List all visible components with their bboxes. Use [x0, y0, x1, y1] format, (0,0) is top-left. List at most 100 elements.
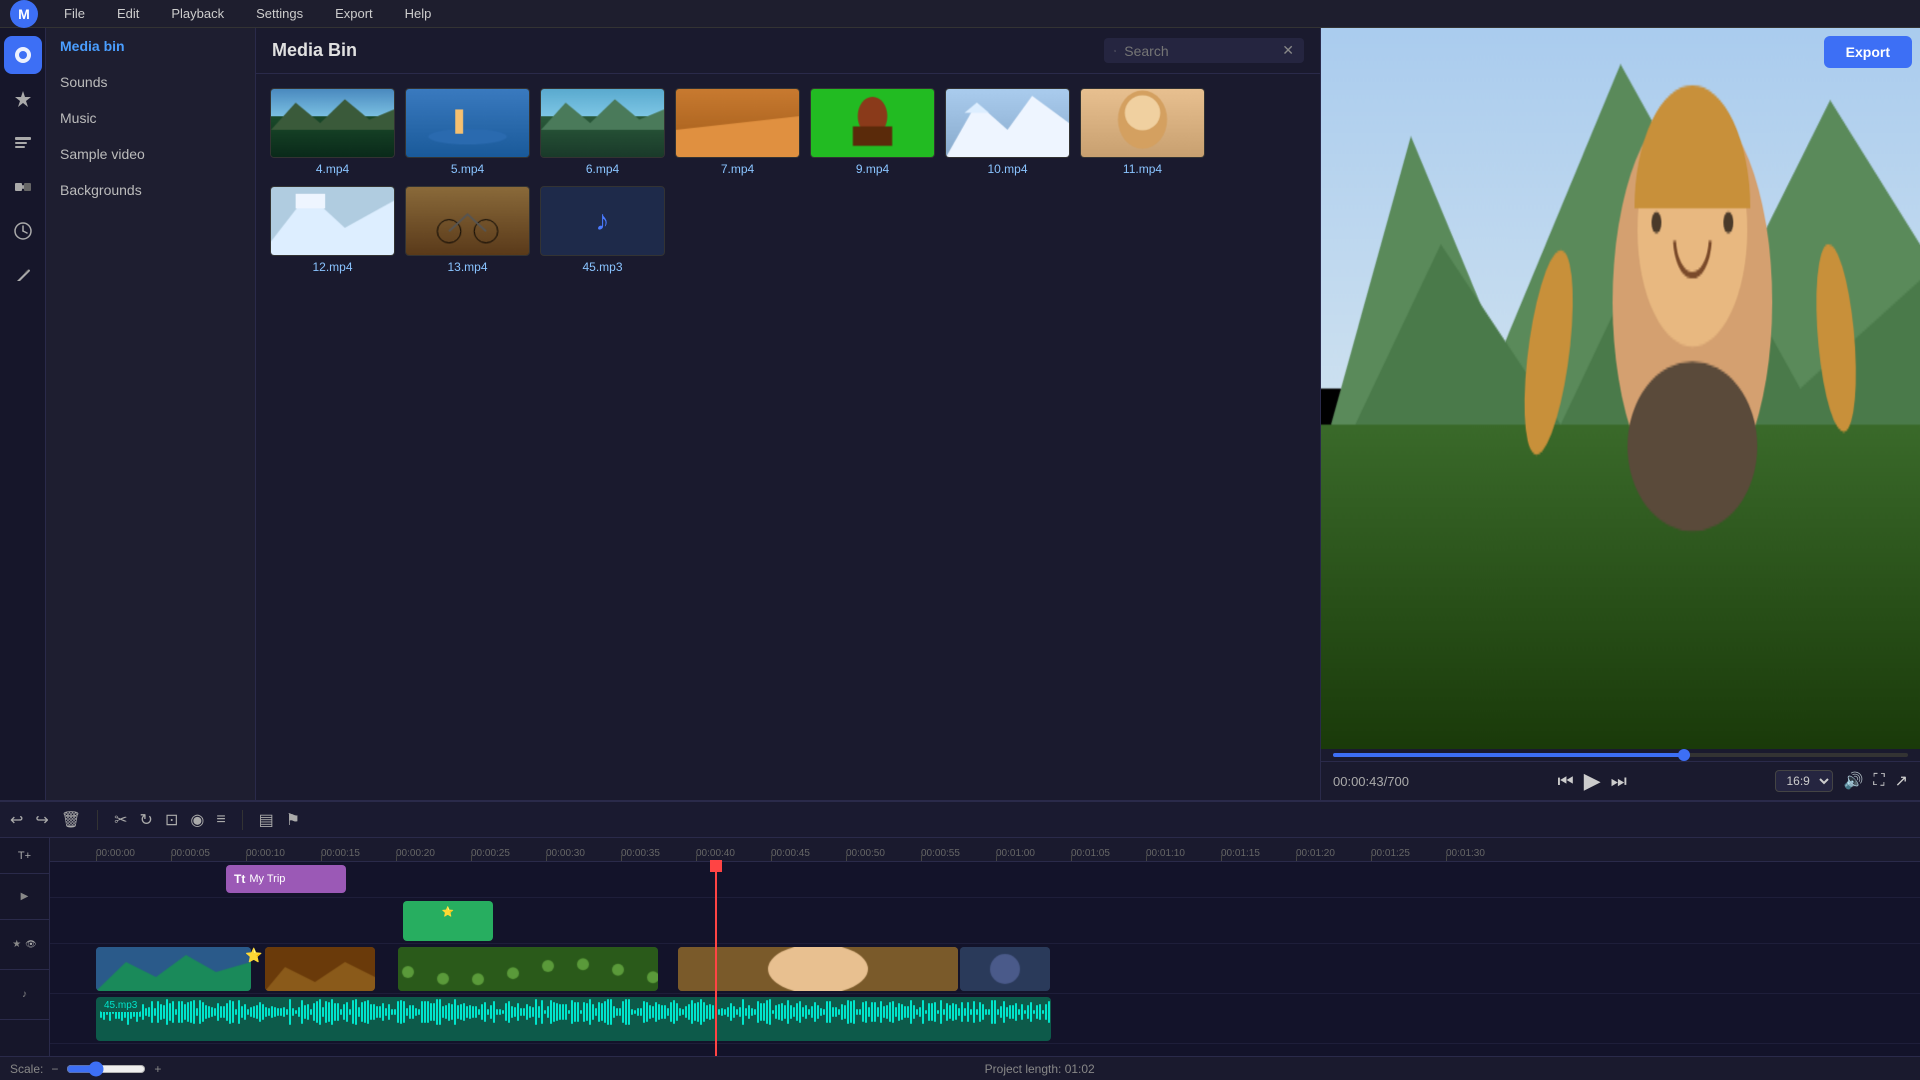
- waveform-bar: [817, 1005, 819, 1019]
- waveform-bar: [415, 1008, 417, 1017]
- waveform-bar: [739, 1007, 741, 1017]
- cut-btn[interactable]: ✂: [114, 810, 127, 830]
- clip-main5[interactable]: [960, 947, 1050, 991]
- waveform-bar: [532, 1007, 534, 1016]
- menu-file[interactable]: File: [58, 4, 91, 23]
- waveform-bar: [910, 1000, 912, 1024]
- media-item-5mp4[interactable]: 5.mp4: [405, 88, 530, 176]
- volume-icon[interactable]: 🔊: [1843, 771, 1863, 791]
- preview-time: 00:00:43/700: [1333, 774, 1409, 789]
- expand-icon[interactable]: ↗: [1895, 771, 1908, 791]
- media-item-13mp4[interactable]: 13.mp4: [405, 186, 530, 274]
- playhead-head: [710, 860, 722, 872]
- media-label-7mp4: 7.mp4: [721, 162, 754, 176]
- waveform-bar: [901, 1004, 903, 1019]
- waveform-bar: [802, 1007, 804, 1017]
- crop-btn[interactable]: ⊡: [165, 810, 178, 830]
- waveform-bar: [601, 1003, 603, 1021]
- waveform-bar: [487, 1009, 489, 1016]
- waveform-bar: [508, 1001, 510, 1023]
- media-item-9mp4[interactable]: 9.mp4: [810, 88, 935, 176]
- clip-greenscreen[interactable]: ⭐: [403, 901, 493, 941]
- scale-slider[interactable]: [66, 1061, 146, 1077]
- panel-section-music[interactable]: Music: [46, 100, 255, 136]
- sidebar-btn-effects[interactable]: [4, 80, 42, 118]
- menu-export[interactable]: Export: [329, 4, 379, 23]
- ruler-mark: 00:01:15: [1221, 848, 1260, 859]
- next-frame-btn[interactable]: ⏭: [1611, 771, 1627, 792]
- preview-progress-thumb[interactable]: [1678, 749, 1690, 761]
- audio-clip-45mp3[interactable]: 45.mp3: [96, 997, 1051, 1041]
- clip-main1[interactable]: [96, 947, 251, 991]
- waveform-bar: [676, 1003, 678, 1021]
- clip-main4[interactable]: [678, 947, 958, 991]
- ruler-mark: 00:00:00: [96, 848, 135, 859]
- waveform-bar: [1006, 1007, 1008, 1017]
- sidebar-btn-transitions[interactable]: [4, 168, 42, 206]
- clip-main3[interactable]: [398, 947, 658, 991]
- media-thumb-11mp4: [1080, 88, 1205, 158]
- media-label-12mp4: 12.mp4: [312, 260, 352, 274]
- waveform-bar: [586, 1003, 588, 1020]
- marker-btn[interactable]: ◉: [190, 810, 204, 830]
- waveform-bar: [742, 999, 744, 1024]
- clip-main2[interactable]: [265, 947, 375, 991]
- undo-btn[interactable]: ↩: [10, 810, 23, 830]
- waveform-bar: [1033, 1010, 1035, 1015]
- export-button[interactable]: Export: [1824, 36, 1912, 68]
- redo2-btn[interactable]: ↻: [140, 810, 153, 830]
- timeline-main[interactable]: 00:00:0000:00:0500:00:1000:00:1500:00:20…: [50, 838, 1920, 1056]
- waveform-bar: [856, 1009, 858, 1015]
- panel-section-sounds[interactable]: Sounds: [46, 64, 255, 100]
- media-item-7mp4[interactable]: 7.mp4: [675, 88, 800, 176]
- waveform-bar: [517, 1003, 519, 1022]
- waveform-bar: [559, 1004, 561, 1019]
- prev-frame-btn[interactable]: ⏮: [1558, 771, 1574, 792]
- waveform-bar: [760, 1003, 762, 1021]
- waveform-bar: [460, 1004, 462, 1020]
- sidebar-btn-home[interactable]: [4, 36, 42, 74]
- caption-btn[interactable]: ▤: [259, 810, 274, 830]
- waveform-bar: [640, 1008, 642, 1016]
- preview-progress-bar[interactable]: [1333, 753, 1908, 757]
- delete-btn[interactable]: 🗑: [61, 810, 81, 830]
- redo-btn[interactable]: ↪: [35, 810, 48, 830]
- waveform-bar: [916, 1009, 918, 1015]
- panel-section-mediabin[interactable]: Media bin: [46, 28, 255, 64]
- sidebar-btn-tools[interactable]: [4, 256, 42, 294]
- waveform-bar: [874, 1002, 876, 1022]
- waveform-bar: [523, 1008, 525, 1016]
- media-item-6mp4[interactable]: 6.mp4: [540, 88, 665, 176]
- sidebar-btn-titles[interactable]: [4, 124, 42, 162]
- waveform-bar: [865, 1001, 867, 1023]
- menu-help[interactable]: Help: [399, 4, 438, 23]
- menu-settings[interactable]: Settings: [250, 4, 309, 23]
- menu-edit[interactable]: Edit: [111, 4, 145, 23]
- menu-playback[interactable]: Playback: [165, 4, 230, 23]
- panel-section-samplevideo[interactable]: Sample video: [46, 136, 255, 172]
- search-close-icon[interactable]: ✕: [1282, 42, 1294, 59]
- text-clip-mytrip[interactable]: Tt My Trip: [226, 865, 346, 893]
- waveform-bar: [934, 1002, 936, 1021]
- ruler-mark: 00:01:20: [1296, 848, 1335, 859]
- media-item-12mp4[interactable]: 12.mp4: [270, 186, 395, 274]
- media-item-11mp4[interactable]: 11.mp4: [1080, 88, 1205, 176]
- sidebar-btn-speed[interactable]: [4, 212, 42, 250]
- panel-section-backgrounds[interactable]: Backgrounds: [46, 172, 255, 208]
- search-input[interactable]: [1124, 43, 1274, 59]
- list-btn[interactable]: ≡: [216, 811, 225, 829]
- play-pause-btn[interactable]: ▶: [1584, 768, 1601, 794]
- waveform-bar: [325, 1001, 327, 1024]
- flag-btn[interactable]: ⚑: [286, 810, 300, 830]
- waveform-bar: [334, 1003, 336, 1021]
- waveform-bar: [217, 1003, 219, 1021]
- waveform-bar: [685, 1006, 687, 1018]
- media-item-45mp3[interactable]: ♪ 45.mp3: [540, 186, 665, 274]
- aspect-ratio-select[interactable]: 16:9 9:16 4:3 1:1: [1775, 770, 1833, 792]
- media-item-4mp4[interactable]: 4.mp4: [270, 88, 395, 176]
- clip-star[interactable]: ⭐: [251, 947, 265, 961]
- waveform-bar: [1036, 1005, 1038, 1019]
- fullscreen-icon[interactable]: ⛶: [1873, 772, 1884, 790]
- media-item-10mp4[interactable]: 10.mp4: [945, 88, 1070, 176]
- waveform-bar: [196, 1008, 198, 1016]
